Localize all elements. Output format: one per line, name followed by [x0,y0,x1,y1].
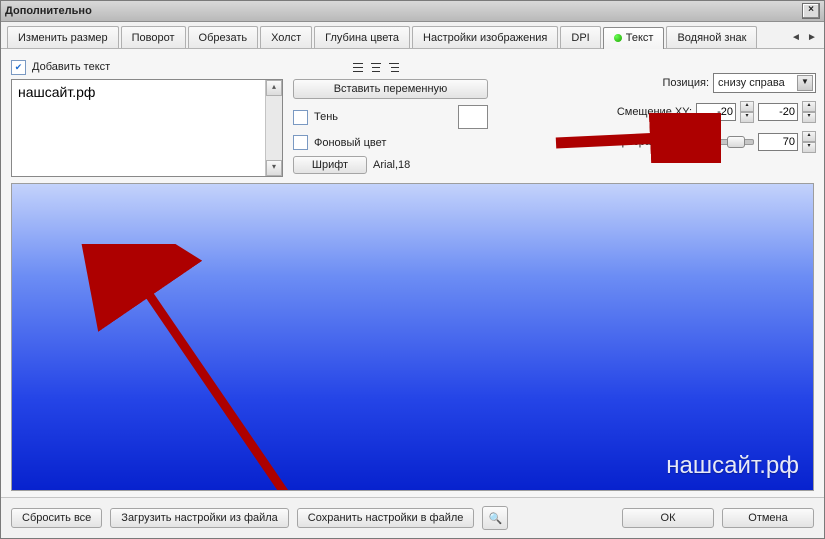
reset-button[interactable]: Сбросить все [11,508,102,528]
window-title: Дополнительно [5,5,92,17]
font-button[interactable]: Шрифт [293,156,367,174]
opacity-input[interactable] [758,133,798,151]
tab-bar: Изменить размер Поворот Обрезать Холст Г… [1,22,824,49]
text-input[interactable] [12,80,265,176]
bgcolor-checkbox[interactable] [293,135,308,150]
scroll-up-icon[interactable]: ▴ [266,80,282,96]
position-select[interactable]: снизу справа ▼ [713,73,816,93]
annotation-arrow-1 [80,244,380,491]
offset-y-spinner[interactable]: ▴▾ [802,101,816,123]
shadow-label: Тень [314,111,338,123]
text-color-swatch[interactable] [458,105,488,129]
active-indicator-icon [614,34,622,42]
magnifier-icon: 🔍 [489,512,503,525]
position-label: Позиция: [662,77,709,89]
tab-watermark[interactable]: Водяной знак [666,26,757,48]
position-value: снизу справа [718,77,785,89]
save-settings-button[interactable]: Сохранить настройки в файле [297,508,475,528]
cancel-button[interactable]: Отмена [722,508,814,528]
bottom-bar: Сбросить все Загрузить настройки из файл… [1,497,824,538]
chevron-down-icon: ▼ [797,75,813,91]
titlebar: Дополнительно × [1,1,824,22]
preview-area: нашсайт.рф [11,183,814,491]
offset-label: Смещение XY: [617,106,692,118]
tab-resize[interactable]: Изменить размер [7,26,119,48]
shadow-checkbox[interactable] [293,110,308,125]
slider-thumb[interactable] [727,136,745,148]
add-text-label: Добавить текст [32,61,110,73]
ok-button[interactable]: ОК [622,508,714,528]
align-center-icon[interactable] [368,59,384,75]
insert-variable-button[interactable]: Вставить переменную [293,79,488,99]
tab-text[interactable]: Текст [603,27,665,49]
add-text-checkbox[interactable] [11,60,26,75]
font-value: Arial,18 [373,159,410,171]
opacity-label: Прозрачность: [614,136,688,148]
offset-x-input[interactable] [696,103,736,121]
opacity-slider[interactable] [692,139,754,145]
tab-color-depth[interactable]: Глубина цвета [314,26,410,48]
scroll-down-icon[interactable]: ▾ [266,160,282,176]
offset-x-spinner[interactable]: ▴▾ [740,101,754,123]
text-input-wrap: ▴ ▾ [11,79,283,177]
tab-canvas[interactable]: Холст [260,26,312,48]
textarea-scrollbar[interactable]: ▴ ▾ [265,80,282,176]
tab-dpi[interactable]: DPI [560,26,600,48]
close-icon[interactable]: × [802,3,820,19]
tab-image-settings[interactable]: Настройки изображения [412,26,558,48]
preview-tool-button[interactable]: 🔍 [482,506,508,530]
offset-y-input[interactable] [758,103,798,121]
tab-scroll-left-icon[interactable]: ◄ [790,32,802,43]
preview-watermark: нашсайт.рф [666,452,799,480]
bgcolor-label: Фоновый цвет [314,137,386,149]
tab-rotate[interactable]: Поворот [121,26,186,48]
tab-scroll-right-icon[interactable]: ► [806,32,818,43]
opacity-spinner[interactable]: ▴▾ [802,131,816,153]
load-settings-button[interactable]: Загрузить настройки из файла [110,508,289,528]
align-right-icon[interactable] [386,59,402,75]
tab-crop[interactable]: Обрезать [188,26,259,48]
align-left-icon[interactable] [350,59,366,75]
